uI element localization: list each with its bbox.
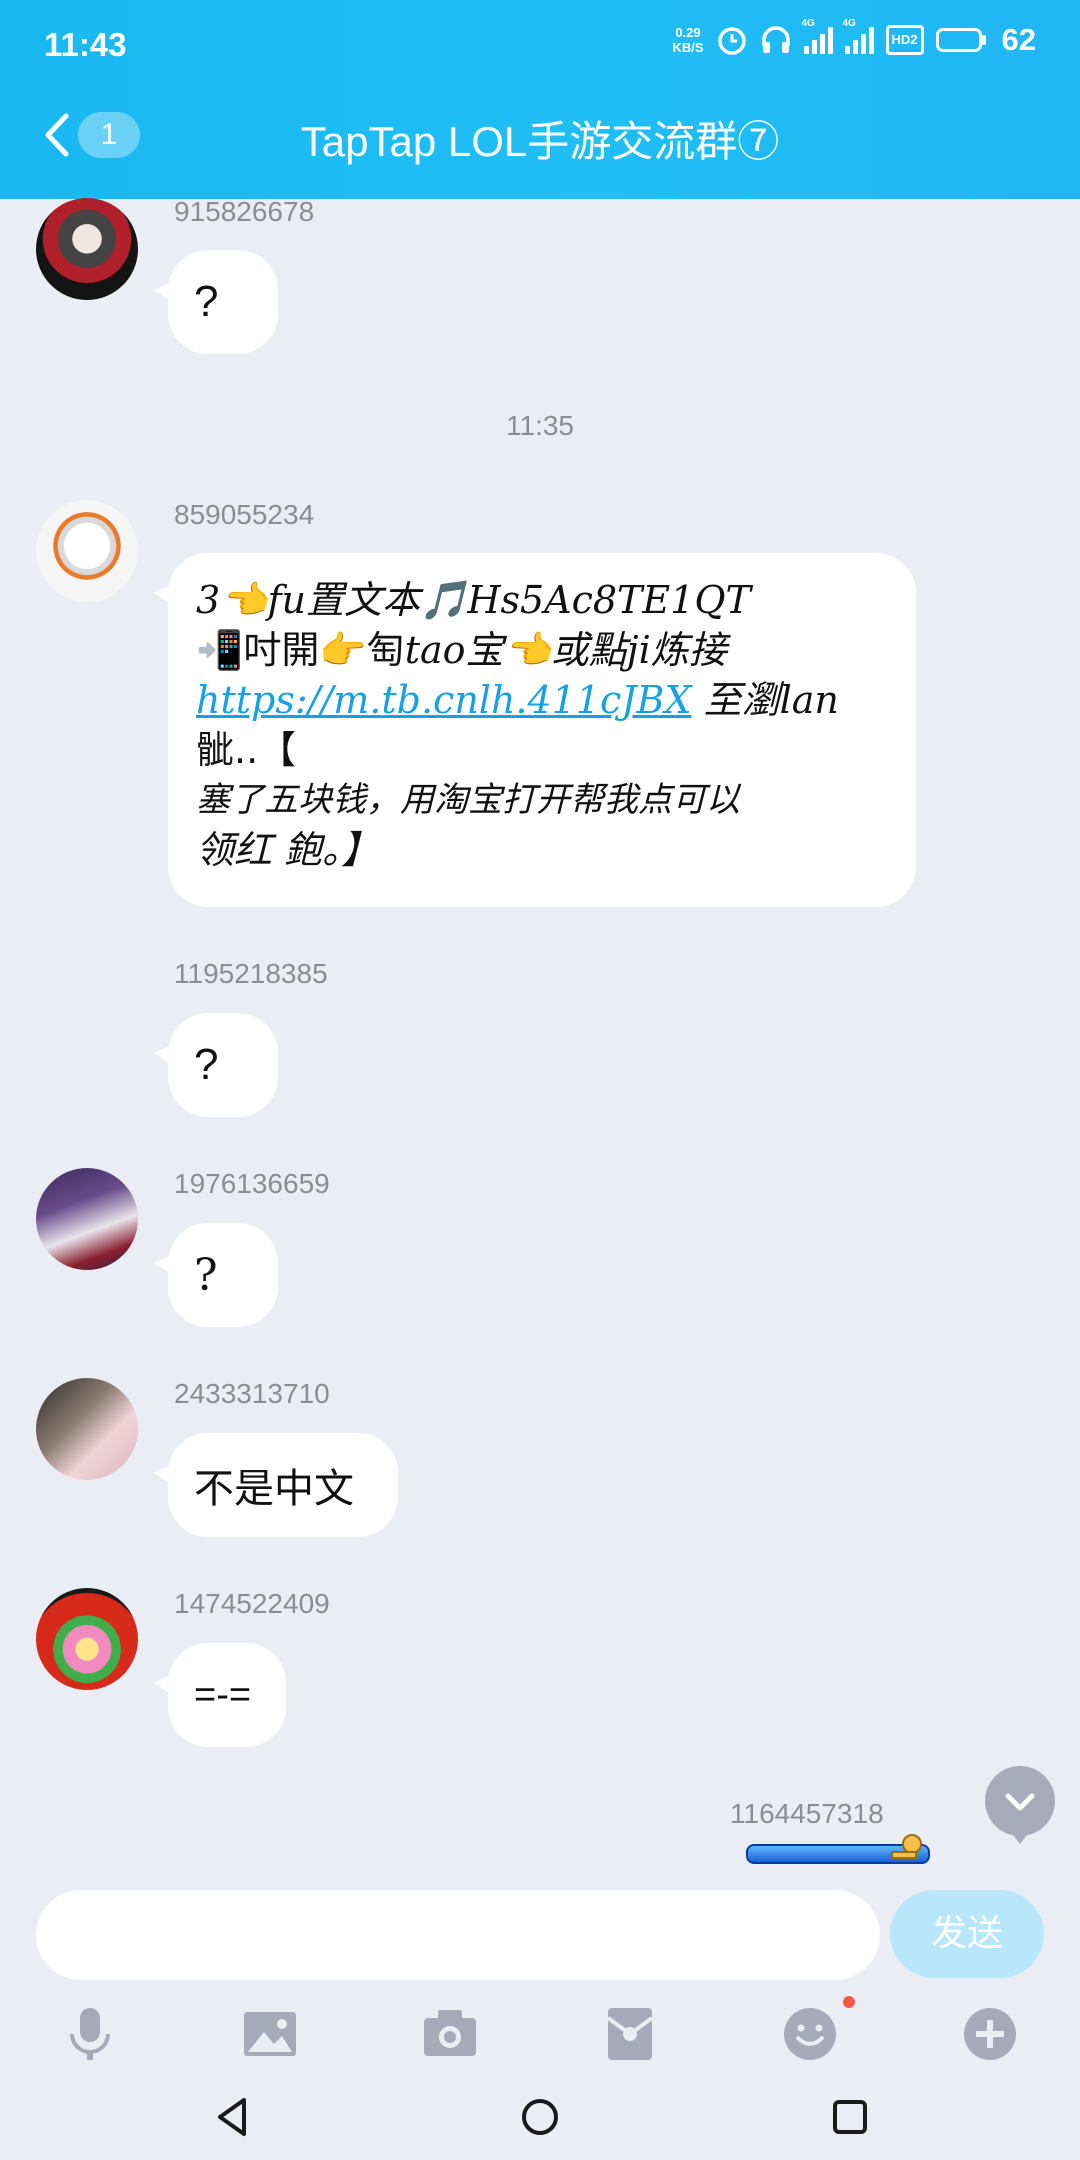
avatar[interactable] xyxy=(36,198,138,300)
sender-name: 2433313710 xyxy=(174,1378,330,1409)
sim2-tag: 4G xyxy=(842,18,856,29)
message-text: 不是中文 xyxy=(194,1467,354,1511)
net-speed-value: 0.29 xyxy=(675,25,701,40)
signal-sim1-icon: 4G xyxy=(802,18,833,54)
message-fragment: tao宝👈或點ji炼接 xyxy=(404,628,727,672)
message-line: 骴..【 xyxy=(196,728,297,772)
chevron-down-icon xyxy=(1005,1793,1035,1811)
key-ornament-icon xyxy=(891,1834,922,1859)
plus-icon[interactable] xyxy=(960,2004,1020,2064)
message-text: ? xyxy=(194,1040,219,1089)
message-line: https://m.tb.cnlh.411cJBX 至瀏lan xyxy=(196,675,890,725)
sender-name: 859055234 xyxy=(174,499,315,530)
message-line: 3👈fu置文本🎵Hs5Ac8TE1QT xyxy=(196,578,751,622)
microphone-icon[interactable] xyxy=(60,2004,120,2064)
message-bubble[interactable]: 3👈fu置文本🎵Hs5Ac8TE1QT 📲吋開👉匋tao宝👈或點ji炼接 htt… xyxy=(154,553,916,907)
signal-sim2-icon: 4G xyxy=(843,18,874,54)
message-bubble[interactable]: ? xyxy=(154,1223,278,1327)
message-input[interactable] xyxy=(36,1890,880,1980)
message-link[interactable]: https://m.tb.cnlh.411cJBX xyxy=(196,678,692,722)
chat-header: 11:43 0.29 KB/S 4G 4G HD2 62 1 TapTap LO… xyxy=(0,0,1080,199)
headphones-icon xyxy=(761,26,790,53)
time-divider: 11:35 xyxy=(506,410,574,441)
message-bubble[interactable]: 不是中文 xyxy=(154,1433,398,1537)
input-toolbar xyxy=(0,1990,1080,2080)
chat-title[interactable]: TapTap LOL手游交流群⑦ xyxy=(0,108,1080,169)
net-speed-unit: KB/S xyxy=(672,40,704,55)
avatar[interactable] xyxy=(36,1168,138,1270)
message-text: ? xyxy=(194,277,219,326)
avatar[interactable] xyxy=(36,1378,138,1480)
message-fragment: 匋 xyxy=(366,628,405,672)
sender-name: 1474522409 xyxy=(174,1588,330,1619)
battery-icon xyxy=(935,28,986,52)
status-time: 11:43 xyxy=(44,26,127,63)
red-packet-icon[interactable] xyxy=(600,2004,660,2064)
sim1-tag: 4G xyxy=(801,18,815,29)
message-line: 塞了五块钱，用淘宝打开帮我点可以 xyxy=(196,780,740,820)
sender-name: 1164457318 xyxy=(730,1798,884,1829)
scroll-to-bottom-button[interactable] xyxy=(985,1766,1055,1844)
point-emoji: 👉 xyxy=(319,628,367,672)
message-fragment: 至瀏lan xyxy=(691,678,839,722)
avatar[interactable] xyxy=(36,1588,138,1690)
status-bar: 11:43 0.29 KB/S 4G 4G HD2 62 xyxy=(0,0,1080,90)
alarm-icon xyxy=(717,27,746,55)
battery-percent: 62 xyxy=(1001,22,1036,57)
nav-recents-icon[interactable] xyxy=(827,2094,873,2140)
message-bubble[interactable]: ? xyxy=(154,250,278,354)
system-nav-bar xyxy=(0,2080,1080,2160)
sender-name: 915826678 xyxy=(174,196,315,227)
message-text: ? xyxy=(194,1249,218,1301)
message-fragment: 吋開 xyxy=(243,628,320,672)
message-bubble[interactable]: ? xyxy=(154,1013,278,1117)
camera-icon[interactable] xyxy=(420,2004,480,2064)
net-speed: 0.29 KB/S xyxy=(672,25,703,55)
emoji-icon[interactable] xyxy=(780,2004,840,2064)
hd-voice-icon: HD2 xyxy=(885,25,924,55)
message-line: 领红 鉋。】 xyxy=(196,828,380,872)
nav-home-icon[interactable] xyxy=(517,2094,563,2140)
sender-name: 1976136659 xyxy=(174,1168,330,1199)
nav-back-icon[interactable] xyxy=(210,2094,256,2140)
message-bubble[interactable]: =-= xyxy=(154,1643,286,1747)
notification-dot xyxy=(843,1996,855,2008)
sender-name: 1195218385 xyxy=(174,958,328,989)
message-text: =-= xyxy=(194,1673,252,1716)
avatar[interactable] xyxy=(36,500,138,602)
status-icons: 0.29 KB/S 4G 4G HD2 62 xyxy=(672,18,1036,58)
message-line: 📲吋開👉匋tao宝👈或點ji炼接 xyxy=(196,625,890,675)
phone-emoji: 📲 xyxy=(196,628,244,672)
send-button[interactable]: 发送 xyxy=(890,1890,1044,1978)
image-icon[interactable] xyxy=(240,2004,300,2064)
